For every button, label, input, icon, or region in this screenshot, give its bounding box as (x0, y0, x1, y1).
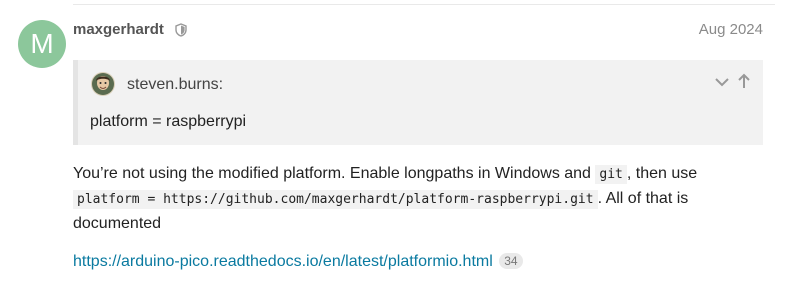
quote-text: platform = raspberrypi (90, 113, 247, 130)
shield-icon (175, 23, 187, 37)
chevron-down-icon[interactable] (714, 74, 730, 90)
avatar-letter: M (30, 28, 54, 59)
inline-code-git: git (595, 165, 627, 184)
quote-author-avatar[interactable] (91, 72, 115, 96)
link-click-count-badge: 34 (499, 253, 523, 269)
forum-post: M maxgerhardt Aug 2024 steven.burns: pla… (0, 0, 788, 295)
body-text-part2: , then use (626, 165, 698, 182)
link-line: https://arduino-pico.readthedocs.io/en/l… (73, 252, 523, 272)
inline-code-platform: platform = https://github.com/maxgerhard… (73, 190, 598, 209)
post-date[interactable]: Aug 2024 (699, 20, 763, 40)
post-body: You’re not using the modified platform. … (73, 162, 763, 236)
avatar[interactable]: M (18, 20, 66, 68)
username-link[interactable]: maxgerhardt (73, 20, 164, 40)
post-divider (73, 4, 775, 5)
docs-link[interactable]: https://arduino-pico.readthedocs.io/en/l… (73, 253, 493, 270)
quote-author: steven.burns: (127, 76, 224, 93)
arrow-up-icon[interactable] (737, 73, 751, 89)
body-text-part1: You’re not using the modified platform. … (73, 165, 596, 182)
quote-block: steven.burns: platform = raspberrypi (73, 60, 763, 145)
